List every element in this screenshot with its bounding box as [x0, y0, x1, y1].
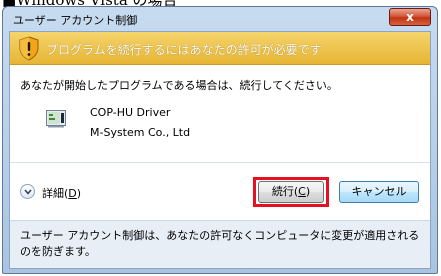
dialog-body: プログラムを続行するにはあなたの許可が必要です あなたが開始したプログラムである… [9, 31, 431, 269]
close-button[interactable]: x [389, 8, 431, 26]
chevron-down-icon [24, 189, 32, 195]
prompt-text: あなたが開始したプログラムである場合は、続行してください。 [20, 79, 338, 92]
program-publisher: M-System Co., Ltd [90, 126, 191, 139]
details-accel: D [68, 187, 77, 200]
uac-dialog: ユーザー アカウント制御 x プログラムを続行するにはあなたの許可が必要です あ… [2, 6, 438, 274]
details-label-prefix: 詳細( [42, 187, 69, 200]
program-name: COP-HU Driver [90, 106, 171, 119]
titlebar: ユーザー アカウント制御 x [3, 7, 437, 31]
footer-text: ユーザー アカウント制御は、あなたの許可なくコンピュータに変更が適用されるのを防… [20, 229, 420, 258]
warning-banner: プログラムを続行するにはあなたの許可が必要です [10, 32, 430, 65]
cancel-button[interactable]: キャンセル [339, 181, 419, 203]
footer: ユーザー アカウント制御は、あなたの許可なくコンピュータに変更が適用されるのを防… [10, 220, 430, 268]
continue-accel: C [298, 185, 306, 198]
banner-text: プログラムを続行するにはあなたの許可が必要です [46, 43, 322, 57]
continue-label-suffix: ) [305, 185, 311, 198]
divider [10, 162, 430, 163]
details-label-suffix: ) [76, 187, 82, 200]
close-icon: x [406, 10, 414, 24]
continue-button[interactable]: 続行(C) [258, 181, 324, 203]
shield-warning-icon [19, 36, 39, 61]
program-icon [46, 110, 66, 128]
continue-label-prefix: 続行( [271, 185, 299, 198]
window-title: ユーザー アカウント制御 [13, 14, 138, 27]
details-toggle[interactable] [20, 184, 35, 199]
details-link[interactable]: 詳細(D) [42, 185, 81, 201]
